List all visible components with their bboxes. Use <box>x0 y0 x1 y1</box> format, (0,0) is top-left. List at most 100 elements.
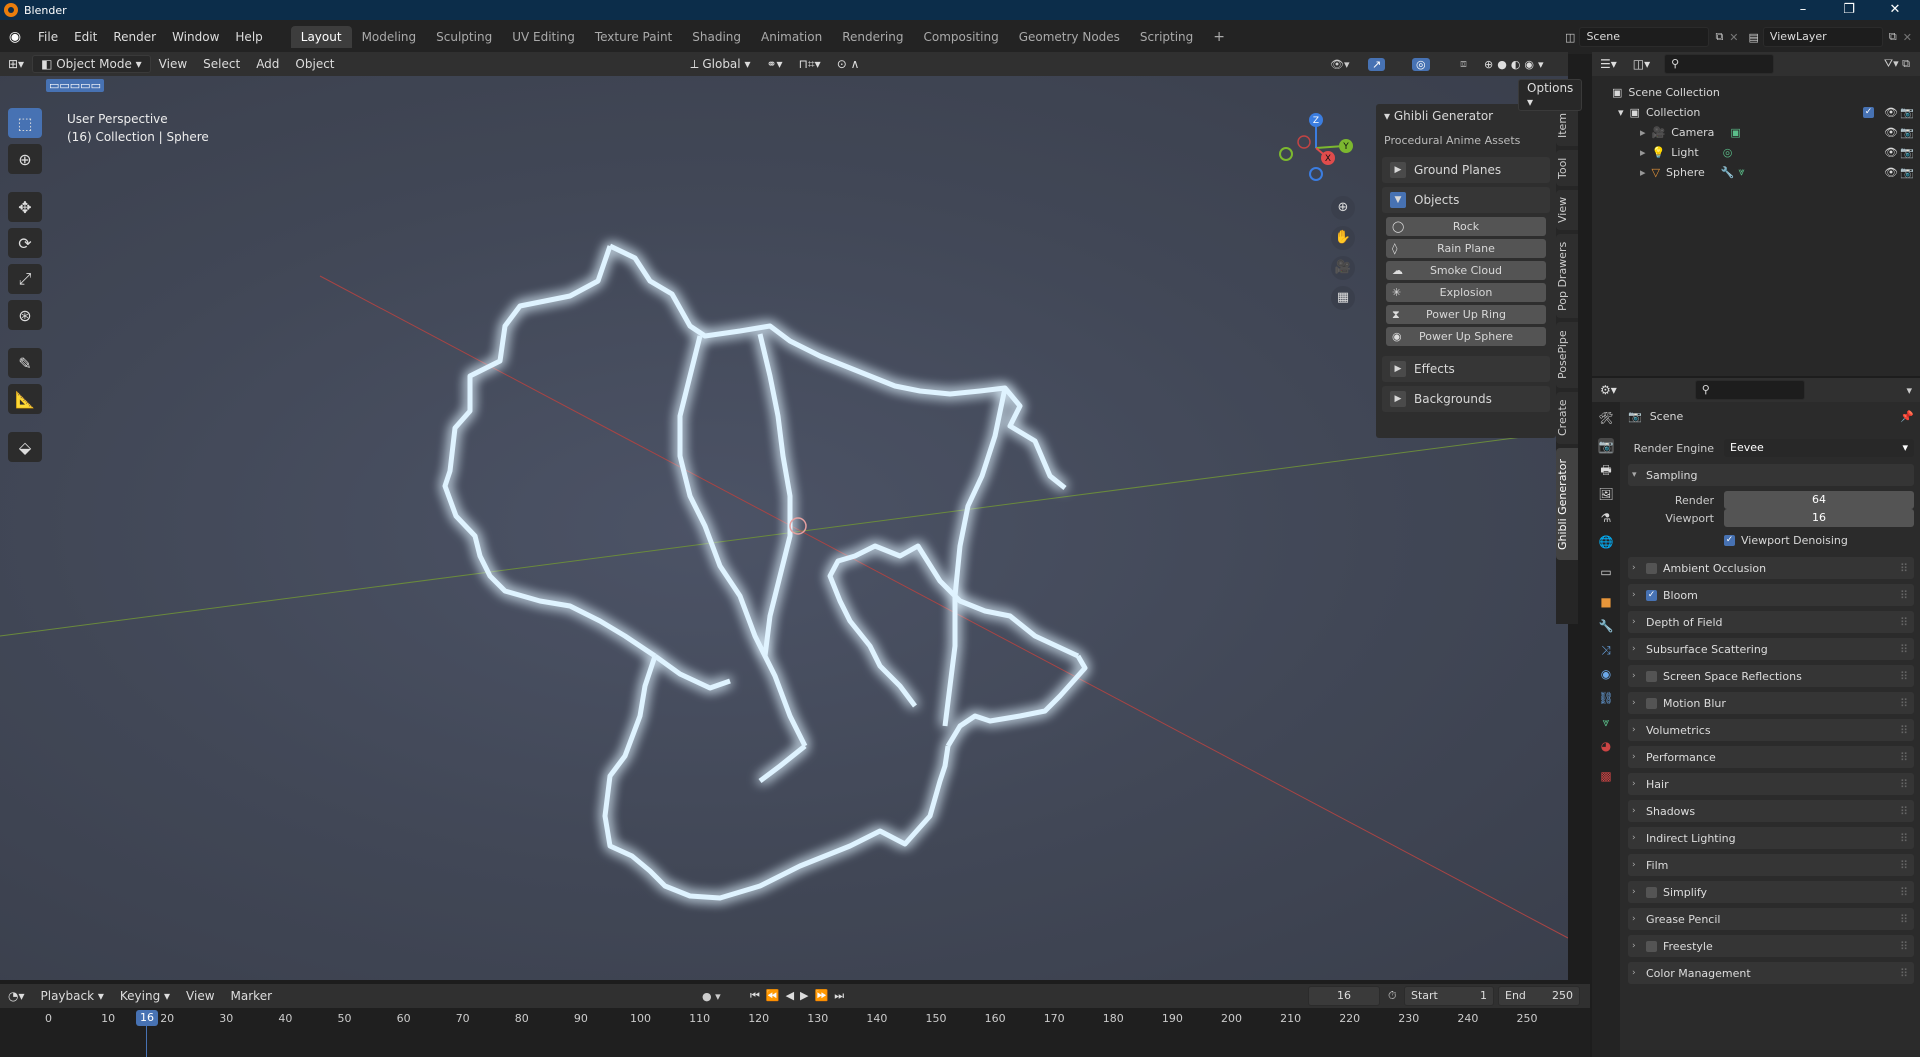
rain-plane-button[interactable]: ◊ Rain Plane <box>1386 239 1546 258</box>
frame-ruler[interactable]: 0 10 20 30 40 50 60 70 80 90 100 110 120 130 140 150 160… <box>0 1012 1590 1028</box>
smoke-cloud-button[interactable]: ☁ Smoke Cloud <box>1386 261 1546 280</box>
section-checkbox[interactable] <box>1646 940 1657 952</box>
outliner-editor-type-icon[interactable]: ☰▾ <box>1592 55 1625 73</box>
texture-tab-icon[interactable]: ▩ <box>1598 768 1614 784</box>
add-workspace-button[interactable]: + <box>1203 25 1235 49</box>
end-frame-field[interactable]: End 250 <box>1498 986 1580 1006</box>
drag-handle-icon[interactable]: ⠿ <box>1900 616 1908 629</box>
rock-button[interactable]: ◯ Rock <box>1386 217 1546 236</box>
view-layer-selector[interactable]: ViewLayer <box>1762 27 1883 47</box>
render-camera-icon[interactable]: 📷 <box>1900 146 1914 159</box>
drag-handle-icon[interactable]: ⠿ <box>1900 778 1908 791</box>
section-checkbox[interactable] <box>1646 562 1657 574</box>
material-tab-icon[interactable]: ◕ <box>1598 738 1614 754</box>
eye-icon[interactable]: 👁 <box>1884 146 1898 159</box>
sampling-panel[interactable]: ▾ Sampling <box>1628 464 1914 486</box>
menu-add[interactable]: Add <box>248 55 287 73</box>
workspace-tab-animation[interactable]: Animation <box>751 26 832 48</box>
delete-view-layer-icon[interactable]: ✕ <box>1903 31 1912 44</box>
filter-icon[interactable]: ⛛▾ ⧉ <box>1884 57 1910 71</box>
drag-handle-icon[interactable]: ⠿ <box>1900 589 1908 602</box>
render-camera-icon[interactable]: 📷 <box>1900 106 1914 119</box>
menu-help[interactable]: Help <box>227 30 270 44</box>
section-color-management[interactable]: › Color Management ⠿ <box>1628 962 1914 984</box>
power-up-sphere-button[interactable]: ◉ Power Up Sphere <box>1386 327 1546 346</box>
drag-handle-icon[interactable]: ⠿ <box>1900 967 1908 980</box>
eye-icon[interactable]: 👁 <box>1884 126 1898 139</box>
scene-selector[interactable]: Scene <box>1579 27 1710 47</box>
record-icon[interactable]: ● ▾ <box>702 990 721 1003</box>
section-performance[interactable]: › Performance ⠿ <box>1628 746 1914 768</box>
view-layer-browse-icon[interactable]: ▤ <box>1749 31 1759 44</box>
section-screen-space-reflections[interactable]: › Screen Space Reflections ⠿ <box>1628 665 1914 687</box>
drag-handle-icon[interactable]: ⠿ <box>1900 751 1908 764</box>
world-tab-icon[interactable]: 🌐 <box>1598 534 1614 550</box>
viewport-samples-field[interactable]: 16 <box>1724 509 1914 527</box>
data-tab-icon[interactable]: ⩔ <box>1598 714 1614 730</box>
drag-handle-icon[interactable]: ⠿ <box>1900 940 1908 953</box>
timeline-editor-type-icon[interactable]: ◔▾ <box>0 987 33 1005</box>
outliner-search-input[interactable]: ⚲ <box>1664 54 1775 74</box>
section-checkbox[interactable] <box>1646 697 1657 709</box>
camera-data-icon[interactable]: ▣ <box>1730 126 1740 139</box>
minimize-button[interactable]: – <box>1780 0 1826 20</box>
section-shadows[interactable]: › Shadows ⠿ <box>1628 800 1914 822</box>
workspace-tab-modeling[interactable]: Modeling <box>352 26 427 48</box>
workspace-tab-compositing[interactable]: Compositing <box>913 26 1008 48</box>
transform-orientation-dropdown[interactable]: ⟂ Global ▾ <box>683 55 759 74</box>
collection-tab-icon[interactable]: ▭ <box>1598 564 1614 580</box>
drag-handle-icon[interactable]: ⠿ <box>1900 562 1908 575</box>
section-hair[interactable]: › Hair ⠿ <box>1628 773 1914 795</box>
transform-tool-icon[interactable]: ⊛ <box>8 300 42 330</box>
particles-tab-icon[interactable]: ⤨ <box>1598 642 1614 658</box>
new-scene-icon[interactable]: ⧉ <box>1715 30 1723 44</box>
scene-tab-icon[interactable]: ⚗ <box>1598 510 1614 526</box>
section-indirect-lighting[interactable]: › Indirect Lighting ⠿ <box>1628 827 1914 849</box>
proportional-edit-icon[interactable]: ⊙ ∧ <box>829 55 868 73</box>
drag-handle-icon[interactable]: ⠿ <box>1900 859 1908 872</box>
scale-tool-icon[interactable]: ⤢ <box>8 264 42 294</box>
menu-view[interactable]: View <box>151 55 195 73</box>
section-checkbox[interactable]: ✓ <box>1646 589 1657 601</box>
pin-icon[interactable]: 📌 <box>1900 410 1914 423</box>
explosion-button[interactable]: ✳ Explosion <box>1386 283 1546 302</box>
playback-menu[interactable]: Playback ▾ <box>33 987 112 1005</box>
maximize-button[interactable]: ❐ <box>1826 0 1872 20</box>
render-samples-field[interactable]: 64 <box>1724 491 1914 509</box>
menu-object[interactable]: Object <box>287 55 342 73</box>
tab-view[interactable]: View <box>1556 190 1578 230</box>
close-button[interactable]: ✕ <box>1872 0 1918 20</box>
eye-icon[interactable]: 👁 <box>1884 106 1898 119</box>
backgrounds-section[interactable]: ▶ Backgrounds <box>1382 386 1550 412</box>
section-grease-pencil[interactable]: › Grease Pencil ⠿ <box>1628 908 1914 930</box>
options-dropdown[interactable]: Options ▾ <box>1518 79 1583 111</box>
clock-icon[interactable]: ⏱ <box>1388 989 1397 1003</box>
workspace-tab-scripting[interactable]: Scripting <box>1130 26 1203 48</box>
tab-create[interactable]: Create <box>1556 392 1578 444</box>
current-frame-field[interactable]: 16 <box>1308 986 1380 1006</box>
drag-handle-icon[interactable]: ⠿ <box>1900 832 1908 845</box>
snap-icon[interactable]: ⊓⌗▾ <box>791 55 829 74</box>
rotate-tool-icon[interactable]: ⟳ <box>8 228 42 258</box>
workspace-tab-sculpting[interactable]: Sculpting <box>426 26 502 48</box>
properties-search-input[interactable]: ⚲ <box>1694 380 1805 400</box>
object-tab-icon[interactable]: ■ <box>1598 594 1614 610</box>
ground-planes-section[interactable]: ▶ Ground Planes <box>1382 157 1550 183</box>
workspace-tab-layout[interactable]: Layout <box>290 26 352 48</box>
tab-tool[interactable]: Tool <box>1556 150 1578 186</box>
camera-view-icon[interactable]: 🎥 <box>1331 256 1355 280</box>
drag-handle-icon[interactable]: ⠿ <box>1900 886 1908 899</box>
section-freestyle[interactable]: › Freestyle ⠿ <box>1628 935 1914 957</box>
section-ambient-occlusion[interactable]: › Ambient Occlusion ⠿ <box>1628 557 1914 579</box>
workspace-tab-uv-editing[interactable]: UV Editing <box>502 26 585 48</box>
select-box-tool-icon[interactable]: ⬚ <box>8 108 42 138</box>
section-film[interactable]: › Film ⠿ <box>1628 854 1914 876</box>
section-checkbox[interactable] <box>1646 886 1657 898</box>
eye-icon[interactable]: 👁 <box>1884 166 1898 179</box>
constraints-tab-icon[interactable]: ⛓ <box>1598 690 1614 706</box>
workspace-tab-shading[interactable]: Shading <box>682 26 751 48</box>
workspace-tab-rendering[interactable]: Rendering <box>832 26 913 48</box>
output-tab-icon[interactable]: 🖶 <box>1598 462 1614 478</box>
tool-tab-icon[interactable]: 🛠 <box>1598 410 1614 426</box>
playback-controls-icon[interactable]: ⏮⏪◀▶⏩⏭ <box>750 989 850 1003</box>
